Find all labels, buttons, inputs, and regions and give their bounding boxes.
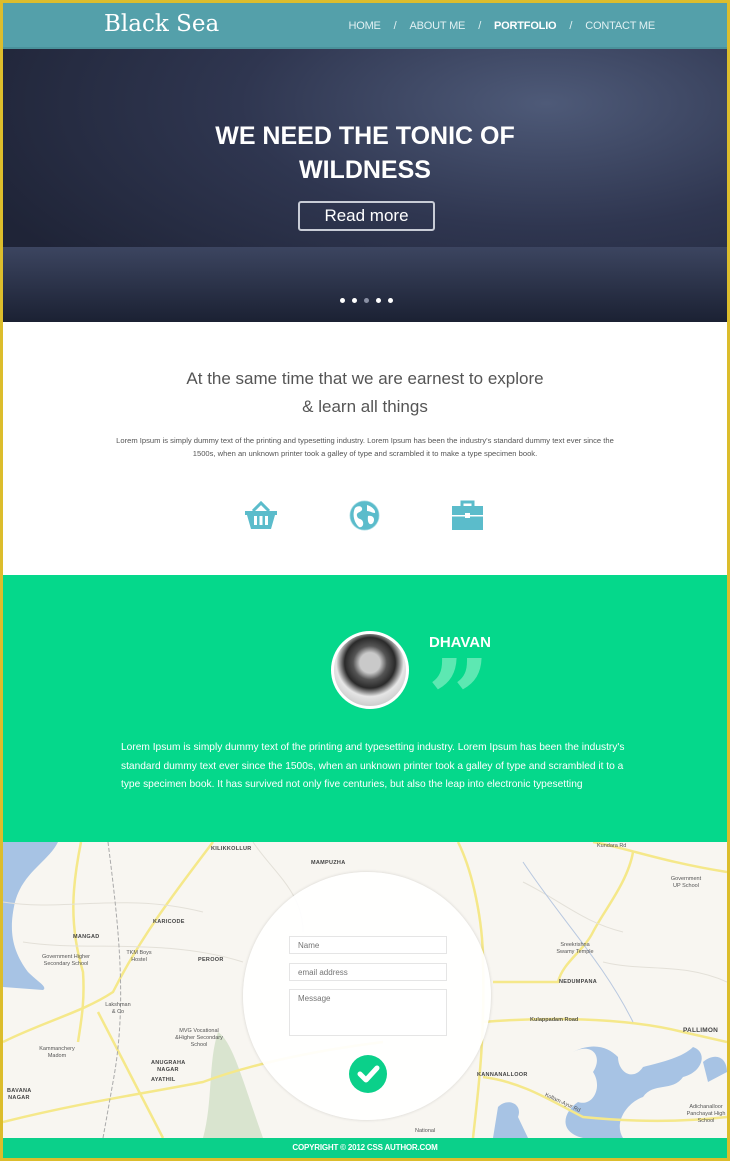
map-label: PALLIMON [683,1027,719,1034]
nav-about-me[interactable]: ABOUT ME [410,20,466,32]
name-input[interactable] [289,936,447,954]
map-label: AYATHIL [151,1077,176,1083]
map-label: National [415,1128,436,1134]
map-label: Kundara Rd [597,843,627,849]
nav-portfolio[interactable]: PORTFOLIO [494,20,557,32]
main-nav: HOME / ABOUT ME / PORTFOLIO / CONTACT ME [348,20,655,32]
intro-text: Lorem Ipsum is simply dummy text of the … [116,436,614,458]
map-label: MVG Vocational &Higher Secondary School [175,1028,223,1048]
map-label: Kulappadam Road [530,1017,579,1023]
map-label: BAVANA NAGAR [7,1088,32,1101]
map-label: Sreekrishna Swamy Temple [556,942,594,955]
nav-separator: / [393,20,397,32]
email-input[interactable] [289,963,447,981]
map-label: MAMPUZHA [311,860,346,866]
map-label: MANGAD [73,934,100,940]
briefcase-icon[interactable] [452,499,483,530]
hero-title: WE NEED THE TONIC OF WILDNESS [3,119,727,187]
submit-button[interactable] [349,1055,387,1093]
check-icon [357,1065,380,1083]
slider-dot[interactable] [340,298,345,303]
map-label: Kammanchery Madom [39,1046,75,1059]
map-label: KANNANALLOOR [477,1072,528,1078]
footer: COPYRIGHT © 2012 CSS AUTHOR.COM [3,1138,727,1158]
testimonial-section: DHAVAN ” Lorem Ipsum is simply dummy tex… [3,575,727,842]
message-textarea[interactable] [289,989,447,1036]
slider-dot-active[interactable] [364,298,369,303]
map-label: KARICODE [153,919,185,925]
nav-separator: / [569,20,573,32]
nav-contact-me[interactable]: CONTACT ME [585,20,655,32]
testimonial-text: Lorem Ipsum is simply dummy text of the … [121,742,625,790]
map-label: PEROOR [198,957,224,963]
map-label: TKM Boys Hostel [126,950,152,963]
nav-home[interactable]: HOME [348,20,380,32]
map-label: ANUGRAHA NAGAR [151,1060,186,1073]
slider-dot[interactable] [352,298,357,303]
avatar [331,631,409,709]
map-label: KILIKKOLLUR [211,846,252,852]
nav-separator: / [478,20,482,32]
intro-heading: At the same time that we are earnest to … [3,365,727,421]
map-label: NEDUMPANA [559,979,598,985]
slider-dot[interactable] [376,298,381,303]
intro-heading-line: At the same time that we are earnest to … [186,369,544,388]
read-more-button[interactable]: Read more [298,201,435,231]
intro-heading-line: & learn all things [302,397,428,416]
map-label: Government Higher Secondary School [42,954,90,967]
intro-section: At the same time that we are earnest to … [3,322,727,575]
slider-dots [340,298,393,303]
hero-sea-image [3,247,727,322]
header: Black Sea HOME / ABOUT ME / PORTFOLIO / CON… [3,3,727,49]
hero-slider: WE NEED THE TONIC OF WILDNESS Read more [3,49,727,322]
hero-title-line: WILDNESS [299,156,431,184]
globe-icon[interactable] [348,499,381,532]
map-label: Lakshman & Co [105,1002,131,1015]
basket-icon[interactable] [244,499,278,531]
hero-title-line: WE NEED THE TONIC OF [215,122,515,150]
slider-dot[interactable] [388,298,393,303]
map-label: Government UP School [670,876,702,889]
logo[interactable]: Black Sea [104,11,219,37]
map-label: Adichanalloor Panchayat High School [686,1104,726,1124]
